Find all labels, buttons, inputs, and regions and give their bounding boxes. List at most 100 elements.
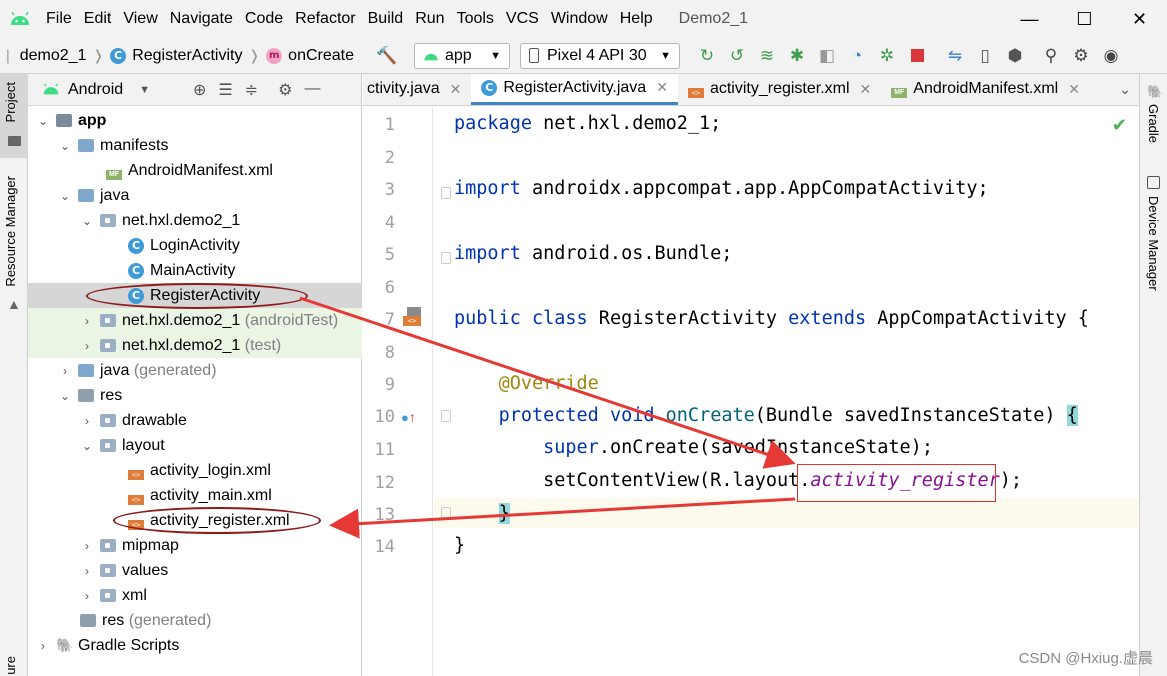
chevron-down-icon[interactable]: ⌄	[80, 214, 94, 228]
menu-refactor[interactable]: Refactor	[289, 10, 361, 28]
resource-manager-tool-tab[interactable]: Resource Manager	[3, 176, 18, 287]
minimize-button[interactable]: —	[1002, 0, 1057, 38]
chevron-right-icon[interactable]: ›	[80, 339, 94, 353]
sdk-manager-icon[interactable]: ⬢	[1002, 43, 1028, 69]
tree-item-xml[interactable]: › xml	[28, 583, 362, 608]
update-icon[interactable]: ◉	[1098, 43, 1124, 69]
sync-gradle-icon[interactable]: ⇋	[942, 43, 968, 69]
tab-activity-java[interactable]: ctivity.java ✕	[363, 74, 471, 105]
tree-item-activity-login-xml[interactable]: <> activity_login.xml	[28, 458, 362, 483]
tree-item-app[interactable]: ⌄ app	[28, 108, 362, 133]
fold-marker-icon[interactable]	[441, 252, 451, 264]
breadcrumb-project[interactable]: demo2_1	[20, 47, 87, 65]
build-hammer-icon[interactable]: 🔨	[374, 43, 400, 69]
tree-item-loginactivity[interactable]: C LoginActivity	[28, 233, 362, 258]
tree-item-mainactivity[interactable]: C MainActivity	[28, 258, 362, 283]
chevron-right-icon[interactable]: ›	[58, 364, 72, 378]
tree-item-gradle-scripts[interactable]: › 🐘 Gradle Scripts	[28, 633, 362, 658]
tab-activity-register-xml[interactable]: <> activity_register.xml ✕	[678, 74, 881, 105]
chevron-down-icon[interactable]: ⌄	[58, 139, 72, 153]
device-manager-tool-tab[interactable]: Device Manager	[1146, 196, 1161, 291]
fold-marker-icon[interactable]	[441, 410, 451, 422]
debug-icon[interactable]: ✱	[784, 43, 810, 69]
tree-item-package-test[interactable]: › net.hxl.demo2_1 (test)	[28, 333, 362, 358]
chevron-down-icon[interactable]: ▼	[139, 84, 150, 96]
device-dropdown[interactable]: Pixel 4 API 30 ▼	[520, 42, 680, 69]
menu-code[interactable]: Code	[239, 10, 289, 28]
settings-gear-icon[interactable]: ⚙	[1068, 43, 1094, 69]
chevron-right-icon[interactable]: ›	[80, 314, 94, 328]
fold-marker-icon[interactable]	[441, 507, 451, 519]
run-config-dropdown[interactable]: app ▼	[414, 42, 510, 69]
gradle-tool-tab[interactable]: Gradle	[1146, 104, 1161, 143]
profile-icon[interactable]: ◔	[844, 43, 870, 69]
tab-list-chevron-icon[interactable]: ⌄	[1111, 74, 1139, 105]
rerun-icon[interactable]: ↻	[694, 43, 720, 69]
locate-file-icon[interactable]: ⊕	[193, 80, 206, 100]
breadcrumb-class[interactable]: RegisterActivity	[132, 47, 242, 65]
expand-all-icon[interactable]: ☰	[218, 80, 232, 100]
apply-changes-icon[interactable]: ↺	[724, 43, 750, 69]
tree-item-res[interactable]: ⌄ res	[28, 383, 362, 408]
close-tab-icon[interactable]: ✕	[1068, 81, 1080, 98]
menu-navigate[interactable]: Navigate	[164, 10, 239, 28]
chevron-down-icon[interactable]: ⌄	[58, 189, 72, 203]
menu-help[interactable]: Help	[614, 10, 659, 28]
tab-androidmanifest-xml[interactable]: MF AndroidManifest.xml ✕	[881, 74, 1090, 105]
tree-item-androidmanifest[interactable]: MF AndroidManifest.xml	[28, 158, 362, 183]
close-tab-icon[interactable]: ✕	[656, 79, 668, 96]
menu-run[interactable]: Run	[409, 10, 450, 28]
chevron-right-icon[interactable]: ›	[36, 639, 50, 653]
search-icon[interactable]: ⚲	[1038, 43, 1064, 69]
collapse-all-icon[interactable]: ≑	[245, 80, 258, 100]
code-editor[interactable]: 1 2 3 4 5 6 7 8 9 10 11 12 13 14 <> ●↑ ✔…	[363, 107, 1139, 676]
line-number: 7	[384, 310, 395, 330]
chevron-right-icon[interactable]: ›	[80, 414, 94, 428]
tree-item-package-main[interactable]: ⌄ net.hxl.demo2_1	[28, 208, 362, 233]
layout-file-gutter-icon[interactable]: <>	[403, 307, 423, 329]
project-tool-tab[interactable]: Project	[3, 82, 18, 122]
code-text: }	[454, 535, 466, 556]
tree-item-manifests[interactable]: ⌄ manifests	[28, 133, 362, 158]
device-manager-icon[interactable]: ▯	[972, 43, 998, 69]
project-view-selector[interactable]: Android	[68, 81, 123, 99]
tree-item-layout[interactable]: ⌄ layout	[28, 433, 362, 458]
hide-panel-icon[interactable]: —	[305, 80, 321, 100]
tree-item-activity-main-xml[interactable]: <> activity_main.xml	[28, 483, 362, 508]
tab-registeractivity-java[interactable]: C RegisterActivity.java ✕	[471, 74, 678, 105]
menu-file[interactable]: File	[40, 10, 78, 28]
tree-item-mipmap[interactable]: › mipmap	[28, 533, 362, 558]
close-window-button[interactable]: ✕	[1112, 0, 1167, 38]
structure-tool-tab[interactable]: ure	[3, 656, 18, 675]
tree-item-package-androidtest[interactable]: › net.hxl.demo2_1 (androidTest)	[28, 308, 362, 333]
stop-icon[interactable]	[904, 43, 930, 69]
menu-view[interactable]: View	[117, 10, 163, 28]
tree-item-java[interactable]: ⌄ java	[28, 183, 362, 208]
tree-item-drawable[interactable]: › drawable	[28, 408, 362, 433]
menu-vcs[interactable]: VCS	[500, 10, 545, 28]
chevron-down-icon[interactable]: ⌄	[58, 389, 72, 403]
chevron-right-icon[interactable]: ›	[80, 539, 94, 553]
attach-process-icon[interactable]: ✲	[874, 43, 900, 69]
chevron-right-icon[interactable]: ›	[80, 589, 94, 603]
fold-marker-icon[interactable]	[441, 187, 451, 199]
menu-tools[interactable]: Tools	[451, 10, 500, 28]
menu-edit[interactable]: Edit	[78, 10, 118, 28]
chevron-down-icon[interactable]: ⌄	[36, 114, 50, 128]
menu-window[interactable]: Window	[545, 10, 614, 28]
panel-settings-gear-icon[interactable]: ⚙	[278, 80, 292, 100]
apply-code-changes-icon[interactable]: ≋	[754, 43, 780, 69]
no-problems-check-icon[interactable]: ✔	[1112, 115, 1127, 136]
chevron-right-icon[interactable]: ›	[80, 564, 94, 578]
tree-item-values[interactable]: › values	[28, 558, 362, 583]
maximize-button[interactable]: ☐	[1057, 0, 1112, 38]
tree-item-java-generated[interactable]: › java (generated)	[28, 358, 362, 383]
attach-debugger-icon[interactable]: ◧	[814, 43, 840, 69]
close-tab-icon[interactable]: ✕	[450, 81, 462, 98]
menu-build[interactable]: Build	[362, 10, 410, 28]
chevron-down-icon[interactable]: ⌄	[80, 439, 94, 453]
override-marker-icon[interactable]: ●↑	[401, 409, 416, 425]
tree-item-res-generated[interactable]: res (generated)	[28, 608, 362, 633]
close-tab-icon[interactable]: ✕	[860, 81, 872, 98]
breadcrumb-method[interactable]: onCreate	[288, 47, 354, 65]
